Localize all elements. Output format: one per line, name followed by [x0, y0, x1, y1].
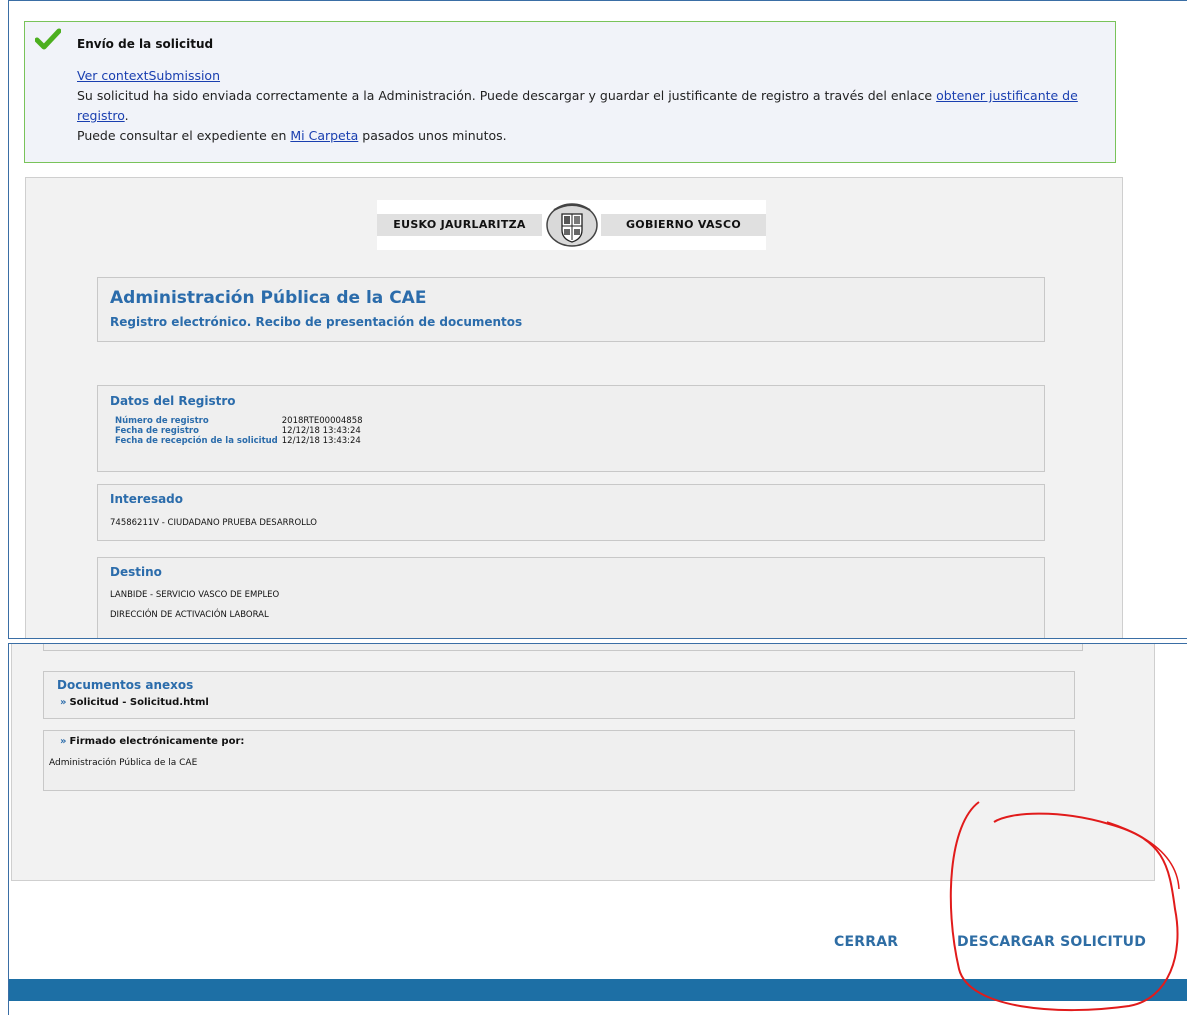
- notification-line1: Su solicitud ha sido enviada correctamen…: [77, 88, 937, 103]
- anexo-label: Solicitud - Solicitud.html: [69, 697, 209, 708]
- registro-value: 12/12/18 13:43:24: [281, 436, 361, 446]
- bottom-screenshot: Documentos anexos » Solicitud - Solicitud…: [8, 643, 1187, 1015]
- interesado-heading: Interesado: [110, 492, 184, 506]
- receipt-document: EUSKO JAURLARITZA GOBIERNO VASCO Adminis…: [25, 177, 1123, 638]
- notification-line2-end: pasados unos minutos.: [358, 128, 507, 143]
- success-notification: Envío de la solicitud Ver contextSubmiss…: [24, 21, 1116, 163]
- firmado-label-text: Firmado electrónicamente por:: [69, 736, 245, 747]
- descargar-solicitud-button[interactable]: DESCARGAR SOLICITUD: [957, 934, 1146, 950]
- interesado-value: 74586211V - CIUDADANO PRUEBA DESARROLLO: [110, 518, 318, 528]
- logo-text-left: EUSKO JAURLARITZA: [377, 214, 542, 236]
- registro-label: Fecha de registro: [115, 426, 199, 436]
- destino-heading: Destino: [110, 565, 162, 579]
- cerrar-button[interactable]: CERRAR: [834, 934, 898, 950]
- notification-line2: Puede consultar el expediente en: [77, 128, 291, 143]
- destino-panel-end: [43, 644, 1083, 651]
- receipt-subtitle: Registro electrónico. Recibo de presenta…: [110, 315, 523, 329]
- destino-line: DIRECCIÓN DE ACTIVACIÓN LABORAL: [110, 610, 269, 620]
- registro-panel: Datos del Registro Número de registro 20…: [97, 385, 1045, 472]
- destino-panel: Destino LANBIDE - SERVICIO VASCO DE EMPL…: [97, 557, 1045, 638]
- anexos-heading: Documentos anexos: [57, 678, 194, 692]
- firmado-label: » Firmado electrónicamente por:: [60, 736, 244, 747]
- gobierno-vasco-logo: EUSKO JAURLARITZA GOBIERNO VASCO: [377, 200, 766, 250]
- registro-table: Número de registro 2018RTE00004858 Fecha…: [115, 416, 367, 446]
- bullet-icon: »: [60, 697, 67, 708]
- mi-carpeta-link[interactable]: Mi Carpeta: [290, 128, 358, 143]
- anexo-item[interactable]: » Solicitud - Solicitud.html: [60, 697, 209, 708]
- firmado-panel: » Firmado electrónicamente por: Administr…: [43, 730, 1075, 791]
- registro-heading: Datos del Registro: [110, 394, 236, 408]
- coat-of-arms-icon: [546, 203, 598, 247]
- table-row: Número de registro 2018RTE00004858: [115, 416, 367, 426]
- interesado-panel: Interesado 74586211V - CIUDADANO PRUEBA …: [97, 484, 1045, 541]
- notification-line1-end: .: [124, 108, 129, 123]
- anexos-panel: Documentos anexos » Solicitud - Solicitud…: [43, 671, 1075, 719]
- receipt-title: Administración Pública de la CAE: [110, 288, 427, 308]
- registro-value: 2018RTE00004858: [281, 416, 363, 426]
- table-row: Fecha de recepción de la solicitud 12/12…: [115, 436, 367, 446]
- receipt-header: Administración Pública de la CAE Registr…: [97, 277, 1045, 342]
- registro-value: 12/12/18 13:43:24: [281, 426, 361, 436]
- registro-label: Fecha de recepción de la solicitud: [115, 436, 278, 446]
- footer-bar: [9, 979, 1187, 1001]
- logo-text-right: GOBIERNO VASCO: [601, 214, 766, 236]
- firmado-value: Administración Pública de la CAE: [49, 758, 198, 768]
- table-row: Fecha de registro 12/12/18 13:43:24: [115, 426, 367, 436]
- bullet-icon: »: [60, 736, 67, 747]
- notification-title: Envío de la solicitud: [77, 37, 214, 51]
- top-screenshot: Envío de la solicitud Ver contextSubmiss…: [8, 0, 1187, 639]
- notification-body: Ver contextSubmission Su solicitud ha si…: [77, 66, 1087, 146]
- destino-line: LANBIDE - SERVICIO VASCO DE EMPLEO: [110, 590, 280, 600]
- check-icon: [35, 28, 61, 50]
- context-submission-link[interactable]: Ver contextSubmission: [77, 68, 220, 83]
- registro-label: Número de registro: [115, 416, 209, 426]
- receipt-document-continued: Documentos anexos » Solicitud - Solicitud…: [11, 644, 1155, 881]
